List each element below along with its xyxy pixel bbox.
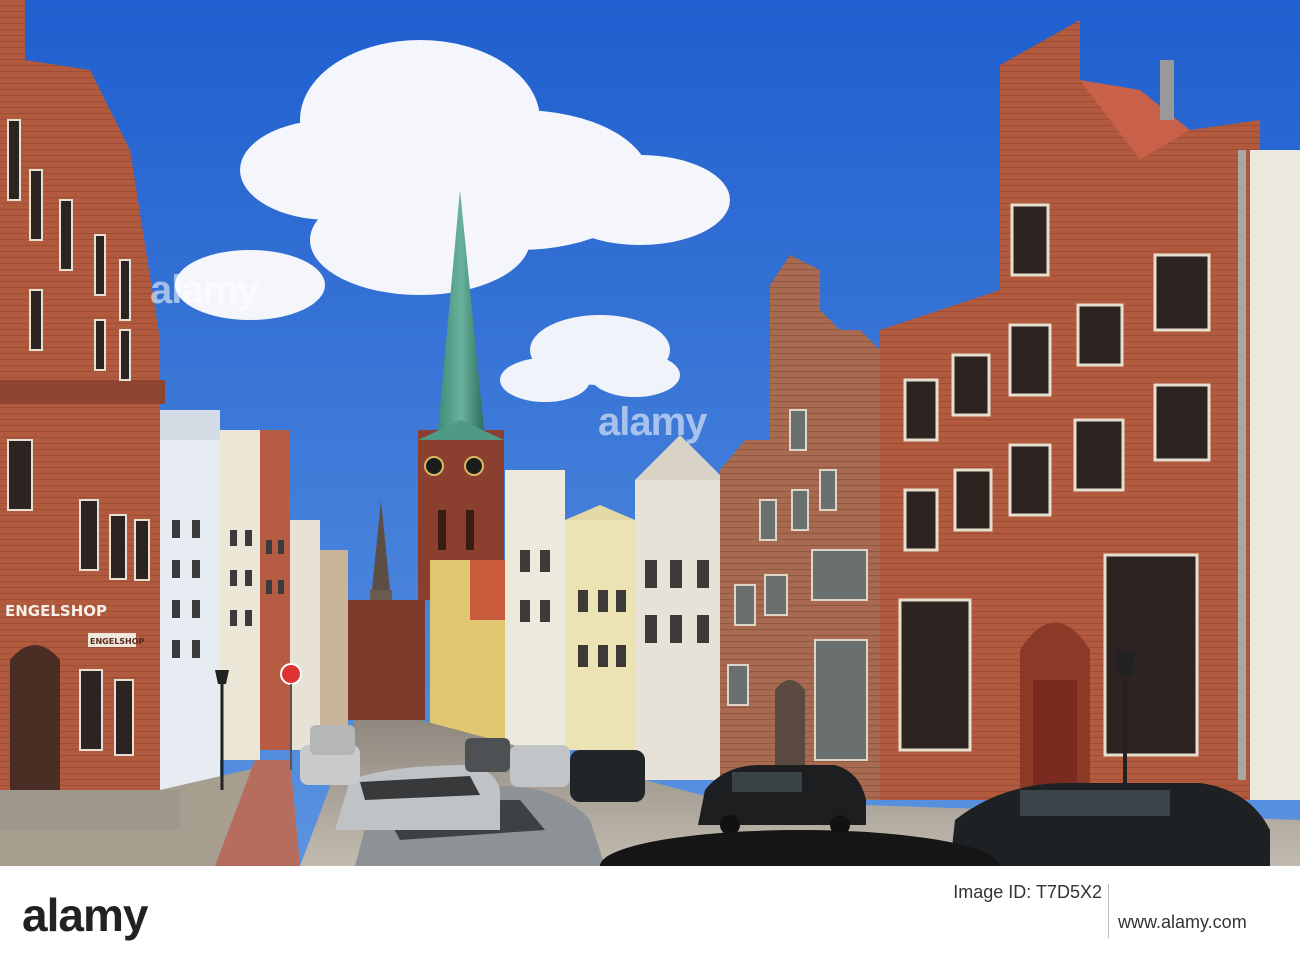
yellow-house (565, 520, 635, 750)
street-photo: ENGELSHOP ENGELSHOP alamy alamy (0, 0, 1300, 866)
image-id-label: Image ID: T7D5X2 (953, 882, 1102, 902)
watermark-left: alamy (150, 268, 259, 312)
parked-car-black-suv (698, 765, 866, 835)
stepped-gable-door (775, 680, 805, 770)
parked-car-4 (310, 725, 355, 755)
shop-sign-small: ENGELSHOP (90, 637, 145, 646)
white-house (160, 430, 220, 800)
cream-house (220, 430, 260, 760)
main-door (1033, 680, 1077, 788)
brick-house-small (260, 430, 290, 750)
footer-divider (1108, 884, 1109, 938)
clock-right (464, 456, 484, 476)
steps (0, 790, 180, 830)
parked-car-right-3 (465, 738, 510, 772)
parked-car-golf (950, 783, 1270, 866)
shop-sign: ENGELSHOP (5, 602, 107, 620)
clock-left (424, 456, 444, 476)
pale-house (290, 520, 320, 750)
alamy-logo[interactable]: alamy (22, 888, 148, 942)
watermark-center: alamy (598, 400, 707, 444)
white-house-far-right (1250, 150, 1300, 800)
shop-arch (10, 645, 60, 790)
parked-car-right-1 (570, 750, 645, 802)
footer-bar: alamy Image ID: T7D5X2 www.alamy.com (0, 866, 1300, 956)
no-entry-sign (280, 663, 302, 685)
white-house-right (505, 470, 565, 750)
parked-car-right-2 (510, 745, 570, 787)
stock-photo-page: ENGELSHOP ENGELSHOP alamy alamy alamy Im… (0, 0, 1300, 956)
site-url[interactable]: www.alamy.com (1118, 912, 1247, 933)
